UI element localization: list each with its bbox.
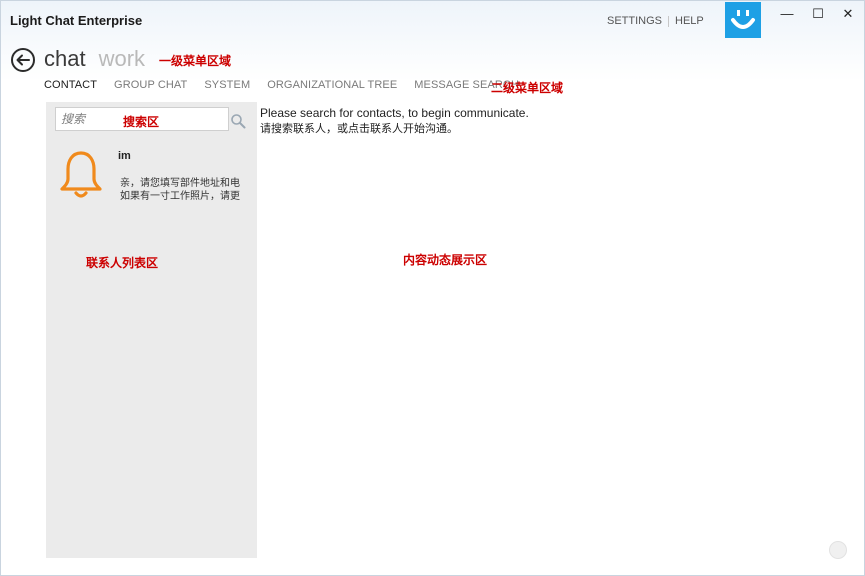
back-button[interactable]	[11, 48, 35, 72]
primary-menu-work[interactable]: work	[99, 46, 145, 72]
annotation-primary-menu: 一级菜单区域	[159, 54, 232, 68]
bell-icon	[60, 151, 102, 198]
annotation-secondary-menu: 二级菜单区域	[491, 81, 564, 95]
contact-panel: 搜索区 im 亲，请您填写部件地址和电如果有一寸工作照片，请更 联系人列表区	[46, 102, 257, 558]
annotation-contact-list: 联系人列表区	[86, 256, 159, 270]
annotation-content-area: 内容动态展示区	[403, 253, 488, 267]
content-hint-chinese: 请搜索联系人，或点击联系人开始沟通。	[260, 122, 458, 135]
contact-last-message: 亲，请您填写部件地址和电 如果有一寸工作照片，请更	[120, 177, 257, 203]
app-title: Light Chat Enterprise	[10, 13, 143, 28]
secondary-menu: CONTACT GROUP CHAT SYSTEM ORGANIZATIONAL…	[44, 79, 536, 91]
tab-group-chat[interactable]: GROUP CHAT	[114, 79, 187, 91]
arrow-left-icon	[16, 54, 30, 66]
content-hint-english: Please search for contacts, to begin com…	[260, 106, 529, 120]
primary-menu: chat work	[44, 46, 158, 72]
app-window: Light Chat Enterprise SETTINGS HELP — ☐ …	[0, 0, 865, 576]
contact-name: im	[118, 150, 131, 162]
maximize-button[interactable]: ☐	[809, 7, 827, 21]
contact-message-line-1: 亲，请您填写部件地址和电	[120, 178, 240, 189]
primary-menu-chat[interactable]: chat	[44, 46, 86, 72]
minimize-button[interactable]: —	[778, 7, 796, 21]
search-icon[interactable]	[230, 113, 246, 129]
close-button[interactable]: ✕	[839, 7, 857, 21]
contact-message-line-2: 如果有一寸工作照片，请更	[120, 191, 240, 202]
smiley-logo-icon	[725, 2, 761, 38]
tab-organizational-tree[interactable]: ORGANIZATIONAL TREE	[267, 79, 397, 91]
help-link[interactable]: HELP	[675, 15, 704, 27]
divider	[668, 15, 670, 27]
settings-link[interactable]: SETTINGS	[607, 15, 662, 27]
tab-system[interactable]: SYSTEM	[204, 79, 250, 91]
list-item[interactable]: im 亲，请您填写部件地址和电 如果有一寸工作照片，请更	[46, 146, 257, 210]
annotation-search-area: 搜索区	[123, 115, 160, 129]
top-links: SETTINGS HELP	[607, 15, 704, 27]
tab-contact[interactable]: CONTACT	[44, 79, 97, 91]
content-area: Please search for contacts, to begin com…	[260, 105, 529, 137]
corner-button[interactable]	[829, 541, 847, 559]
title-bar[interactable]: Light Chat Enterprise SETTINGS HELP — ☐ …	[1, 1, 864, 41]
